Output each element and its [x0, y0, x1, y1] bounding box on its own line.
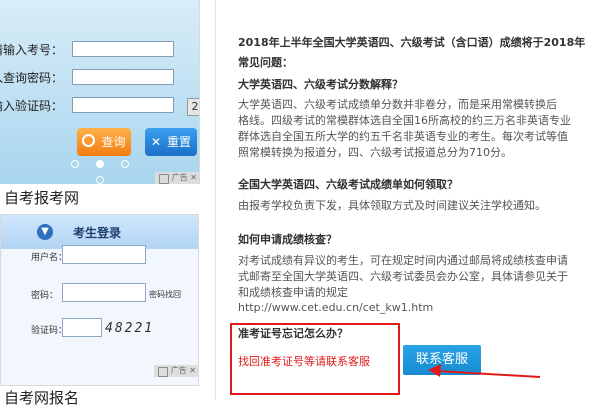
annotation-arrow-icon [428, 364, 541, 378]
